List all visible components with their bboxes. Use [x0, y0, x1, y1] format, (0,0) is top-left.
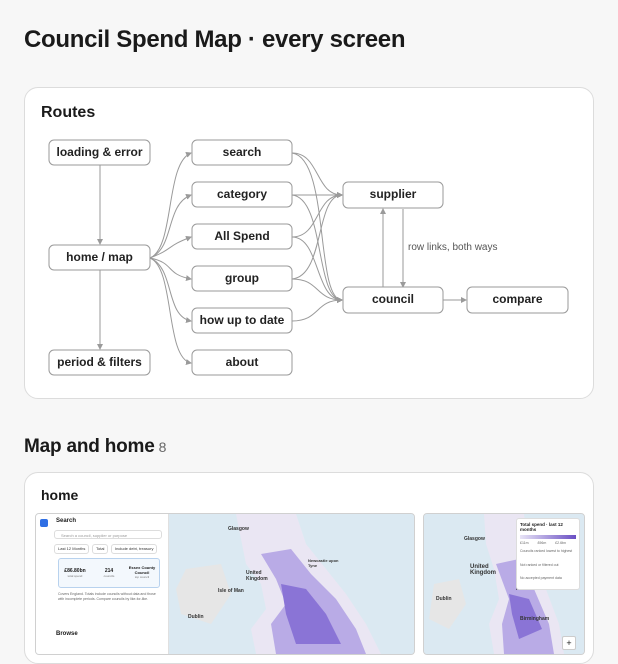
- legend-scale-high: £2.6bn: [555, 541, 566, 545]
- node-compare[interactable]: compare: [466, 286, 569, 314]
- zoom-in-button[interactable]: +: [562, 636, 576, 650]
- map-label-dublin: Dublin: [188, 614, 204, 620]
- svg-text:council: council: [372, 292, 414, 306]
- node-supplier[interactable]: supplier: [342, 181, 444, 209]
- edge-home-search: [149, 152, 192, 259]
- stat-total-spend: £86.80bn total spend: [59, 568, 91, 578]
- edge-allspend-council: [291, 236, 343, 303]
- node-all-spend[interactable]: All Spend: [191, 223, 293, 250]
- map-label-newcastle: Newcastle upon Tyne: [308, 558, 339, 568]
- stats-box: £86.80bn total spend 214 councils Essex Co…: [58, 558, 160, 588]
- map-label-glasgow-narrow: Glasgow: [464, 536, 485, 542]
- section-count: 8: [158, 439, 167, 455]
- legend-scale-mid: £96m: [537, 541, 547, 545]
- search-panel: Search Search a council, supplier or pur…: [36, 514, 169, 654]
- legend-scale-labels: £11m £96m £2.6bn: [520, 541, 576, 545]
- map-label-birmingham: Birmingham: [520, 616, 550, 622]
- node-group[interactable]: group: [191, 265, 293, 292]
- stat-councils: 214 councils: [93, 568, 125, 578]
- stat-top-council-label: top council: [134, 575, 150, 579]
- stat-top-council[interactable]: Essex County Council top council: [126, 565, 158, 579]
- node-how-up-to-date[interactable]: how up to date: [191, 307, 293, 334]
- home-screenshot-narrow[interactable]: Glasgow United Kingdom Dublin Manchester…: [423, 513, 585, 655]
- edge-search-council: [291, 152, 343, 303]
- legend-title: Total spend · last 12 months: [520, 522, 563, 532]
- chip-total[interactable]: Total: [92, 544, 109, 554]
- svg-text:how up to date: how up to date: [200, 313, 285, 327]
- legend-line-no-data: No accepted payment data: [520, 576, 562, 580]
- svg-text:supplier: supplier: [370, 187, 417, 201]
- chip-include[interactable]: Include debt, treasury: [111, 544, 158, 554]
- panel-search-label: Search: [56, 518, 77, 524]
- legend-line-not-ranked: Not ranked or filtered out: [520, 563, 559, 567]
- map-label-uk: United Kingdom: [246, 570, 268, 582]
- map-label-uk-narrow: United Kingdom: [470, 564, 496, 576]
- page-title: Council Spend Map · every screen: [24, 26, 406, 53]
- stat-top-council-value: Essex County Council: [128, 565, 156, 575]
- home-card-title: home: [41, 487, 79, 503]
- map-legend: Total spend · last 12 months £11m £96m £…: [516, 518, 580, 590]
- node-search[interactable]: search: [191, 139, 293, 166]
- svg-text:home / map: home / map: [66, 250, 133, 264]
- edge-search-supplier: [291, 152, 343, 198]
- node-category[interactable]: category: [191, 181, 293, 208]
- legend-scale-low: £11m: [520, 541, 529, 545]
- search-input[interactable]: Search a council, supplier or purpose: [54, 530, 162, 539]
- svg-text:search: search: [223, 145, 262, 159]
- app-logo-icon: [40, 519, 48, 527]
- svg-text:group: group: [225, 271, 259, 285]
- edge-category-council: [291, 194, 343, 303]
- panel-note: Covers England. Totals include councils …: [58, 592, 156, 601]
- map-label-dublin-narrow: Dublin: [436, 596, 452, 602]
- node-loading-error[interactable]: loading & error: [48, 139, 151, 166]
- home-card: home Glasgow Newcastle upon Tyne United …: [24, 472, 594, 664]
- edge-uptodate-council: [291, 297, 343, 322]
- chip-period[interactable]: Last 12 Months: [54, 544, 90, 554]
- edge-home-allspend: [149, 235, 192, 259]
- svg-text:category: category: [217, 187, 267, 201]
- section-title: Map and home 8: [24, 436, 166, 458]
- edge-label-row-links: row links, both ways: [408, 242, 497, 253]
- svg-text:about: about: [226, 355, 259, 369]
- edge-home-about: [149, 257, 192, 365]
- panel-browse-heading: Browse: [56, 631, 78, 637]
- node-about[interactable]: about: [191, 349, 293, 376]
- legend-line-ranked: Councils ranked lowest to highest: [520, 549, 573, 553]
- svg-text:period & filters: period & filters: [57, 355, 142, 369]
- svg-text:All Spend: All Spend: [214, 229, 269, 243]
- node-home-map[interactable]: home / map: [48, 244, 151, 271]
- section-title-text: Map and home: [24, 436, 155, 457]
- map-label-isle-of-man: Isle of Man: [218, 588, 244, 594]
- svg-text:loading & error: loading & error: [56, 145, 142, 159]
- stat-councils-label: councils: [103, 574, 115, 578]
- node-period-filters[interactable]: period & filters: [48, 349, 151, 376]
- map-label-glasgow: Glasgow: [228, 526, 249, 532]
- svg-text:compare: compare: [492, 292, 542, 306]
- legend-color-scale: [520, 535, 576, 539]
- stat-total-spend-label: total spend: [67, 574, 83, 578]
- routes-diagram: row links, both ways loading & error hom…: [48, 139, 569, 376]
- routes-card: Routes row links, both ways loading & er…: [24, 87, 594, 399]
- home-screenshot-desktop[interactable]: Glasgow Newcastle upon Tyne United Kingd…: [35, 513, 415, 655]
- node-council[interactable]: council: [342, 286, 444, 314]
